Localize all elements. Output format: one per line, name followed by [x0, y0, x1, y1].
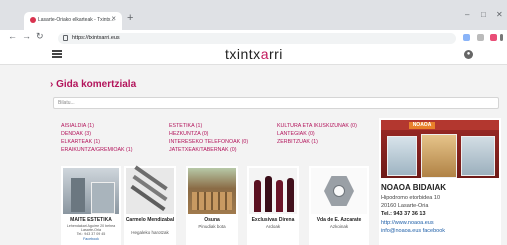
address-bar[interactable]: https://txintxarri.eus	[58, 33, 456, 44]
featured-sign: NOAOA	[409, 122, 435, 129]
page-title: › Gida komertziala	[50, 79, 137, 90]
extension-icon[interactable]	[490, 34, 497, 41]
site-favicon-icon	[30, 17, 36, 23]
business-activity: Pinudiak bota	[198, 224, 226, 229]
maximize-icon[interactable]: □	[481, 11, 486, 19]
business-name: Carmelo Mendizabal	[125, 217, 175, 223]
business-card-maite[interactable]: MAITE ESTETIKA Lehendakari Aguirre 20 be…	[61, 166, 121, 245]
featured-name: NOAOA BIDAIAK	[381, 183, 447, 192]
category-link[interactable]: LANTEGIAK (0)	[277, 131, 315, 137]
category-link[interactable]: DENDAK (3)	[61, 131, 91, 137]
business-name: Vda de E. Azcarate	[316, 217, 362, 223]
business-activity: Ardoak	[265, 224, 281, 229]
business-photo	[249, 168, 297, 214]
featured-email-link[interactable]: info@noaoa.eus	[381, 228, 421, 234]
category-link[interactable]: ELKARTEAK (1)	[61, 139, 100, 145]
business-phone: Tel.: 943 37 09 45	[76, 232, 106, 236]
forward-icon[interactable]: →	[22, 32, 31, 41]
category-link[interactable]: ESTETIKA (1)	[169, 123, 202, 129]
business-card-osuna[interactable]: Osuna Pinudiak bota	[186, 166, 238, 245]
category-link[interactable]: ZERBITZUAK (1)	[277, 139, 318, 145]
featured-city: 20160 Lasarte-Oria	[381, 203, 428, 209]
bookmark-icon[interactable]	[477, 34, 484, 41]
close-window-icon[interactable]: ✕	[496, 11, 503, 19]
featured-phone: Tel.: 943 37 36 13	[381, 211, 426, 217]
reload-icon[interactable]: ↻	[36, 32, 44, 41]
logo-text-1: txintx	[225, 46, 261, 62]
featured-facebook-link[interactable]: facebook	[423, 228, 445, 234]
featured-address: Hipodromo etorbidea 10	[381, 195, 441, 201]
featured-photo: NOAOA	[381, 120, 499, 178]
facebook-link[interactable]: Facebook	[61, 237, 121, 241]
main-content: › Gida komertziala AISIALDIA (1) DENDAK …	[0, 65, 507, 245]
search-input[interactable]	[58, 99, 488, 107]
address-text: https://txintxarri.eus	[72, 35, 120, 41]
business-name: Exclusivas Direna	[251, 217, 295, 223]
menu-dots-icon[interactable]	[500, 34, 503, 41]
featured-contact: info@noaoa.eus facebook	[381, 228, 445, 234]
close-tab-icon[interactable]: ×	[111, 15, 116, 23]
logo-text-2: rri	[268, 46, 283, 62]
category-link[interactable]: INTERESEKO TELEFONOAK (0)	[169, 139, 248, 145]
category-link[interactable]: KULTURA ETA IKUSKIZUNAK (0)	[277, 123, 357, 129]
category-link[interactable]: HEZKUNTZA (0)	[169, 131, 208, 137]
site-header: txintxarri ●	[0, 46, 507, 65]
search-box	[53, 97, 499, 109]
business-card-carmelo[interactable]: Carmelo Mendizabal Hegaleko harotzak	[124, 165, 176, 245]
logo-mark: a	[260, 46, 269, 62]
hamburger-menu-icon[interactable]	[52, 50, 62, 58]
business-photo	[188, 168, 236, 214]
category-link[interactable]: AISIALDIA (1)	[61, 123, 94, 129]
new-tab-icon[interactable]: +	[127, 13, 133, 24]
business-card-azcarate[interactable]: Vda de E. Azcarate Azkoinak	[309, 166, 369, 245]
back-icon[interactable]: ←	[8, 32, 17, 41]
business-photo	[63, 168, 119, 214]
tab-title: Lasarte-Oriako elkarteak - Txintx...	[38, 17, 115, 23]
business-card-direna[interactable]: Exclusivas Direna Ardoak	[247, 166, 299, 245]
business-name: MAITE ESTETIKA	[70, 217, 112, 223]
browser-tab-strip: Lasarte-Oriako elkarteak - Txintx... × +…	[0, 0, 507, 30]
category-link[interactable]: ERAIKUNTZA/GREMIOAK (1)	[61, 147, 133, 153]
browser-toolbar: ← → ↻ https://txintxarri.eus	[0, 30, 507, 47]
business-photo	[126, 165, 174, 214]
category-link[interactable]: JATETXEAK/TABERNAK (0)	[169, 147, 237, 153]
lock-icon	[63, 35, 68, 41]
minimize-icon[interactable]: –	[465, 11, 469, 19]
business-name: Osuna	[204, 217, 220, 223]
page-title-text: Gida komertziala	[56, 79, 137, 90]
browser-tab[interactable]: Lasarte-Oriako elkarteak - Txintx... ×	[24, 12, 122, 30]
business-activity: Hegaleko harotzak	[131, 230, 169, 235]
featured-business[interactable]: NOAOA NOAOA BIDAIAK Hipodromo etorbidea …	[379, 118, 501, 245]
translate-icon[interactable]	[463, 34, 470, 41]
site-logo[interactable]: txintxarri	[225, 46, 283, 62]
user-account-icon[interactable]: ●	[464, 50, 473, 59]
business-activity: Azkoinak	[329, 224, 349, 229]
business-photo	[311, 168, 367, 214]
featured-city-text: 20160 Lasarte-Oria	[381, 203, 429, 209]
featured-website-link[interactable]: http://www.noaoa.eus	[381, 220, 434, 226]
